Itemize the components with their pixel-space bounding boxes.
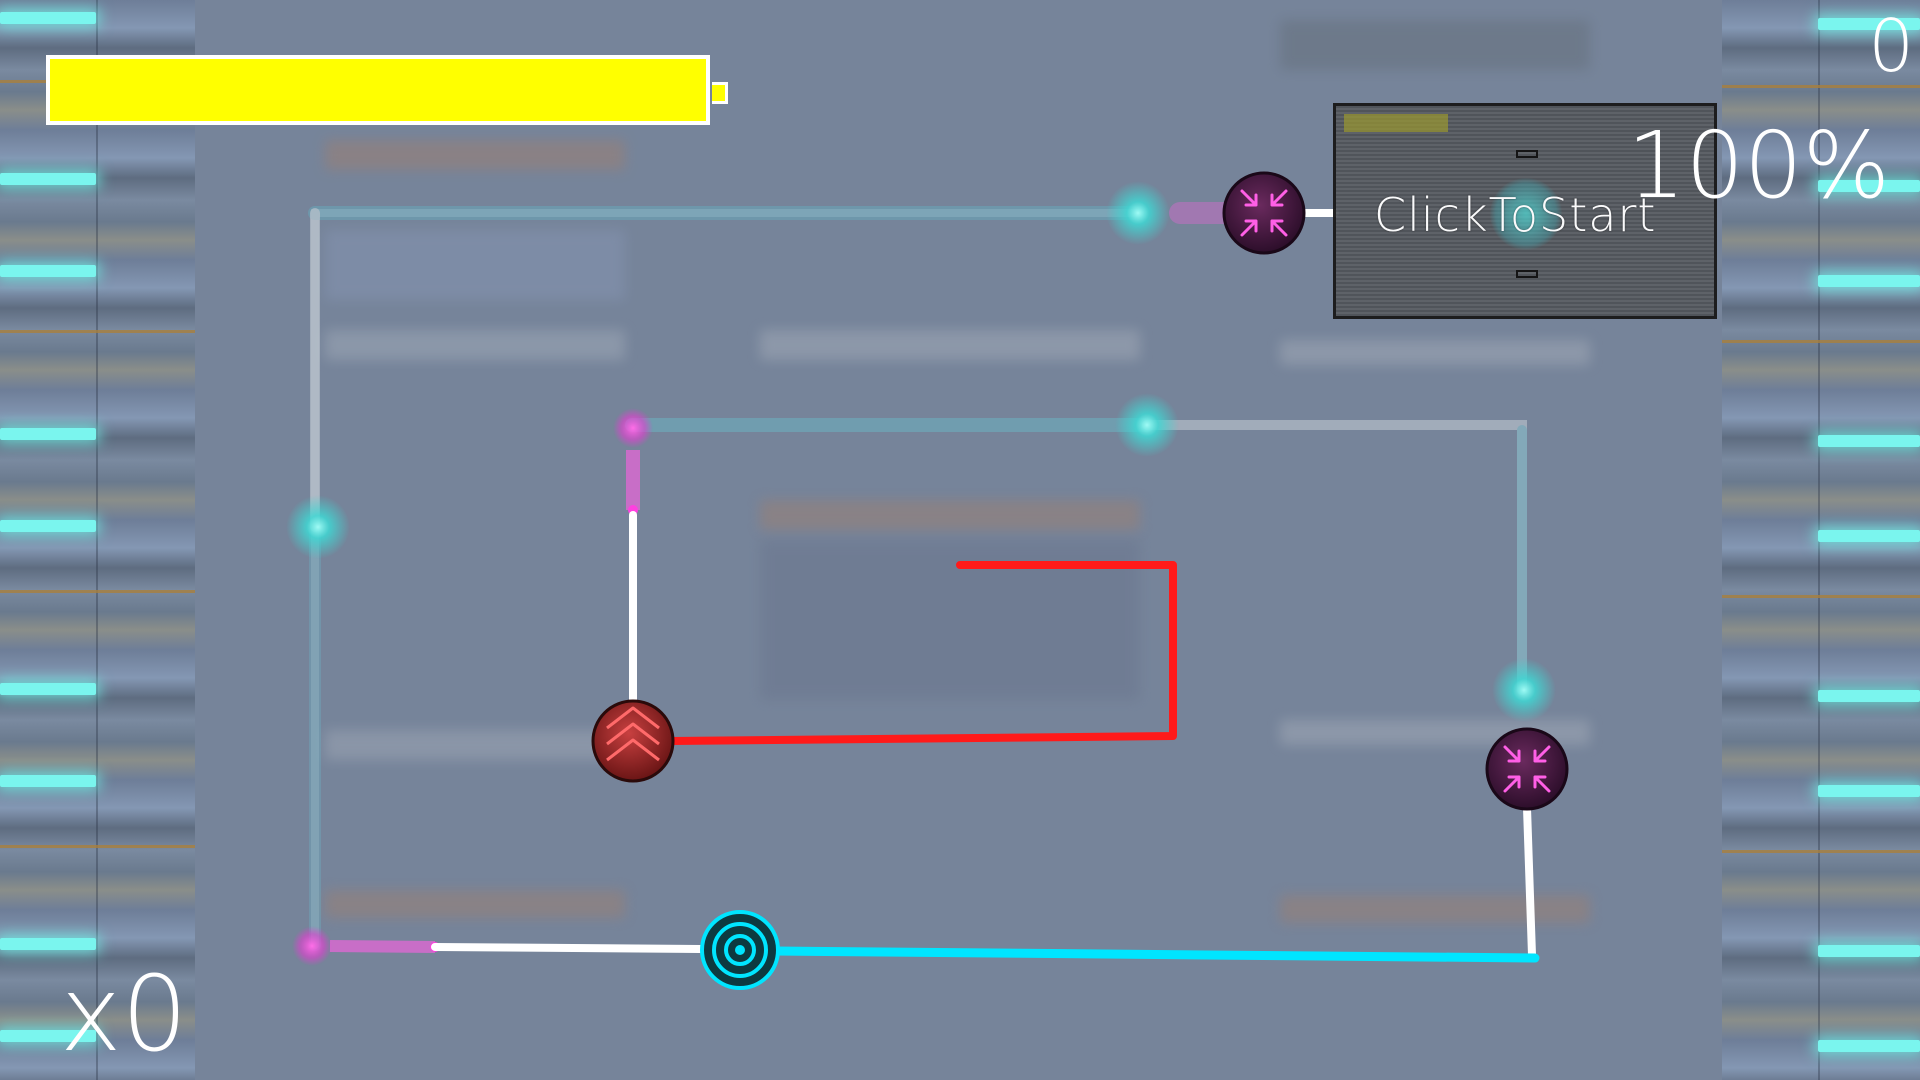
- side-glow-light: [1818, 945, 1920, 957]
- side-glow-light: [1818, 785, 1920, 797]
- combo-counter: x0: [60, 953, 188, 1075]
- faded-node: [1106, 181, 1170, 245]
- side-stripe: [1722, 595, 1920, 598]
- faded-node: [1492, 658, 1556, 722]
- target-rings-icon[interactable]: [700, 910, 780, 990]
- side-glow-light: [1818, 690, 1920, 702]
- magenta-marker-bottom: [283, 917, 440, 975]
- side-glow-light: [1818, 275, 1920, 287]
- side-glow-light: [1818, 435, 1920, 447]
- active-paths: [431, 209, 1536, 959]
- side-stripe: [1722, 340, 1920, 343]
- compress-arrows-icon[interactable]: [1485, 727, 1569, 811]
- side-glow-light: [1818, 530, 1920, 542]
- red-path: [666, 561, 1177, 745]
- score-display: 0: [1868, 4, 1914, 88]
- faded-node: [1115, 393, 1179, 457]
- health-bar-cap: [712, 82, 728, 104]
- health-bar: [46, 55, 710, 125]
- preview-slot: [1516, 150, 1538, 158]
- faded-paths: [308, 202, 1527, 951]
- preview-slot: [1516, 270, 1538, 278]
- compress-arrows-icon[interactable]: [1222, 171, 1306, 255]
- chevrons-up-icon[interactable]: [591, 699, 675, 783]
- health-bar-fill: [50, 59, 706, 121]
- faded-node: [286, 495, 350, 559]
- click-to-start-label[interactable]: ClickToStart: [1374, 188, 1656, 242]
- cyan-path: [770, 946, 1540, 963]
- side-stripe: [1722, 850, 1920, 853]
- side-glow-light: [1818, 1040, 1920, 1052]
- preview-health-bar: [1344, 114, 1448, 132]
- accuracy-display: 100%: [1626, 112, 1890, 219]
- magenta-marker-top: [604, 399, 662, 515]
